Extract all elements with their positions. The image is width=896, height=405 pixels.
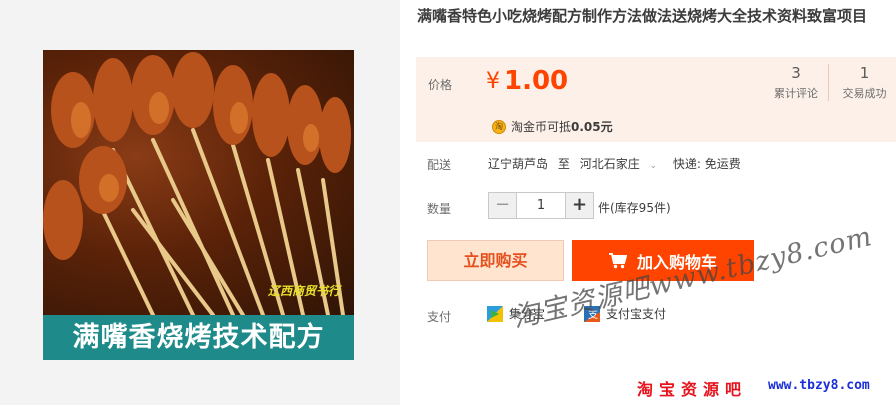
stat-reviews[interactable]: 3 累计评论 bbox=[760, 64, 832, 101]
ship-to-word: 至 bbox=[557, 157, 570, 171]
taojinbi-coin-icon: 淘 bbox=[492, 119, 506, 134]
site-name-watermark: 淘宝资源吧 bbox=[637, 380, 748, 399]
quantity-increase-button[interactable]: + bbox=[566, 193, 593, 218]
shipping-row: 辽宁葫芦岛 至 河北石家庄 ⌄ 快递: 免运费 bbox=[488, 155, 747, 172]
coin-discount: 淘 淘金币可抵 0.05元 bbox=[492, 118, 613, 135]
ship-to-select[interactable]: 河北石家庄 ⌄ bbox=[580, 157, 663, 171]
buy-now-button[interactable]: 立即购买 bbox=[427, 240, 564, 281]
bbq-skewers-illustration bbox=[43, 52, 351, 315]
stat-transactions-label: 交易成功 bbox=[842, 87, 887, 100]
product-title: 满嘴香特色小吃烧烤配方制作方法做法送烧烤大全技术资料致富项目 bbox=[417, 7, 868, 25]
product-photo[interactable]: 辽西商贸书行 bbox=[43, 50, 354, 315]
ship-fee: 快递: 免运费 bbox=[672, 157, 741, 171]
shipping-label: 配送 bbox=[427, 158, 452, 172]
ship-from: 辽宁葫芦岛 bbox=[488, 157, 549, 171]
stat-reviews-label: 累计评论 bbox=[774, 87, 818, 100]
image-caption-banner: 满嘴香烧烤技术配方 bbox=[43, 315, 354, 360]
stock-text: 件(库存95件) bbox=[598, 201, 671, 215]
cart-icon bbox=[608, 252, 627, 268]
chevron-down-icon: ⌄ bbox=[649, 161, 658, 171]
price-label: 价格 bbox=[428, 78, 453, 92]
payment-label: 支付 bbox=[427, 310, 452, 324]
jifenbao-icon bbox=[487, 305, 503, 322]
stat-reviews-count: 3 bbox=[791, 64, 801, 82]
coin-amount: 0.05元 bbox=[571, 120, 613, 134]
ship-to: 河北石家庄 bbox=[579, 157, 640, 171]
quantity-decrease-button[interactable]: − bbox=[489, 193, 516, 218]
stat-transactions-count: 1 bbox=[859, 64, 870, 82]
quantity-label: 数量 bbox=[427, 202, 452, 216]
price-value: 1.00 bbox=[504, 66, 569, 96]
image-watermark: 辽西商贸书行 bbox=[267, 284, 340, 298]
currency-symbol: ¥ bbox=[486, 69, 500, 94]
coin-text: 淘金币可抵 bbox=[511, 120, 572, 134]
quantity-input[interactable]: 1 bbox=[516, 193, 566, 218]
product-image-panel: 辽西商贸书行 满嘴香烧烤技术配方 bbox=[0, 0, 400, 405]
site-url-watermark: www.tbzy8.com bbox=[768, 378, 870, 393]
quantity-stepper: − 1 + bbox=[488, 192, 594, 219]
stat-transactions[interactable]: 1 交易成功 bbox=[828, 64, 896, 101]
price-box: 价格 ¥ 1.00 3 累计评论 1 交易成功 淘 淘金币可抵 0.05元 bbox=[416, 57, 896, 142]
